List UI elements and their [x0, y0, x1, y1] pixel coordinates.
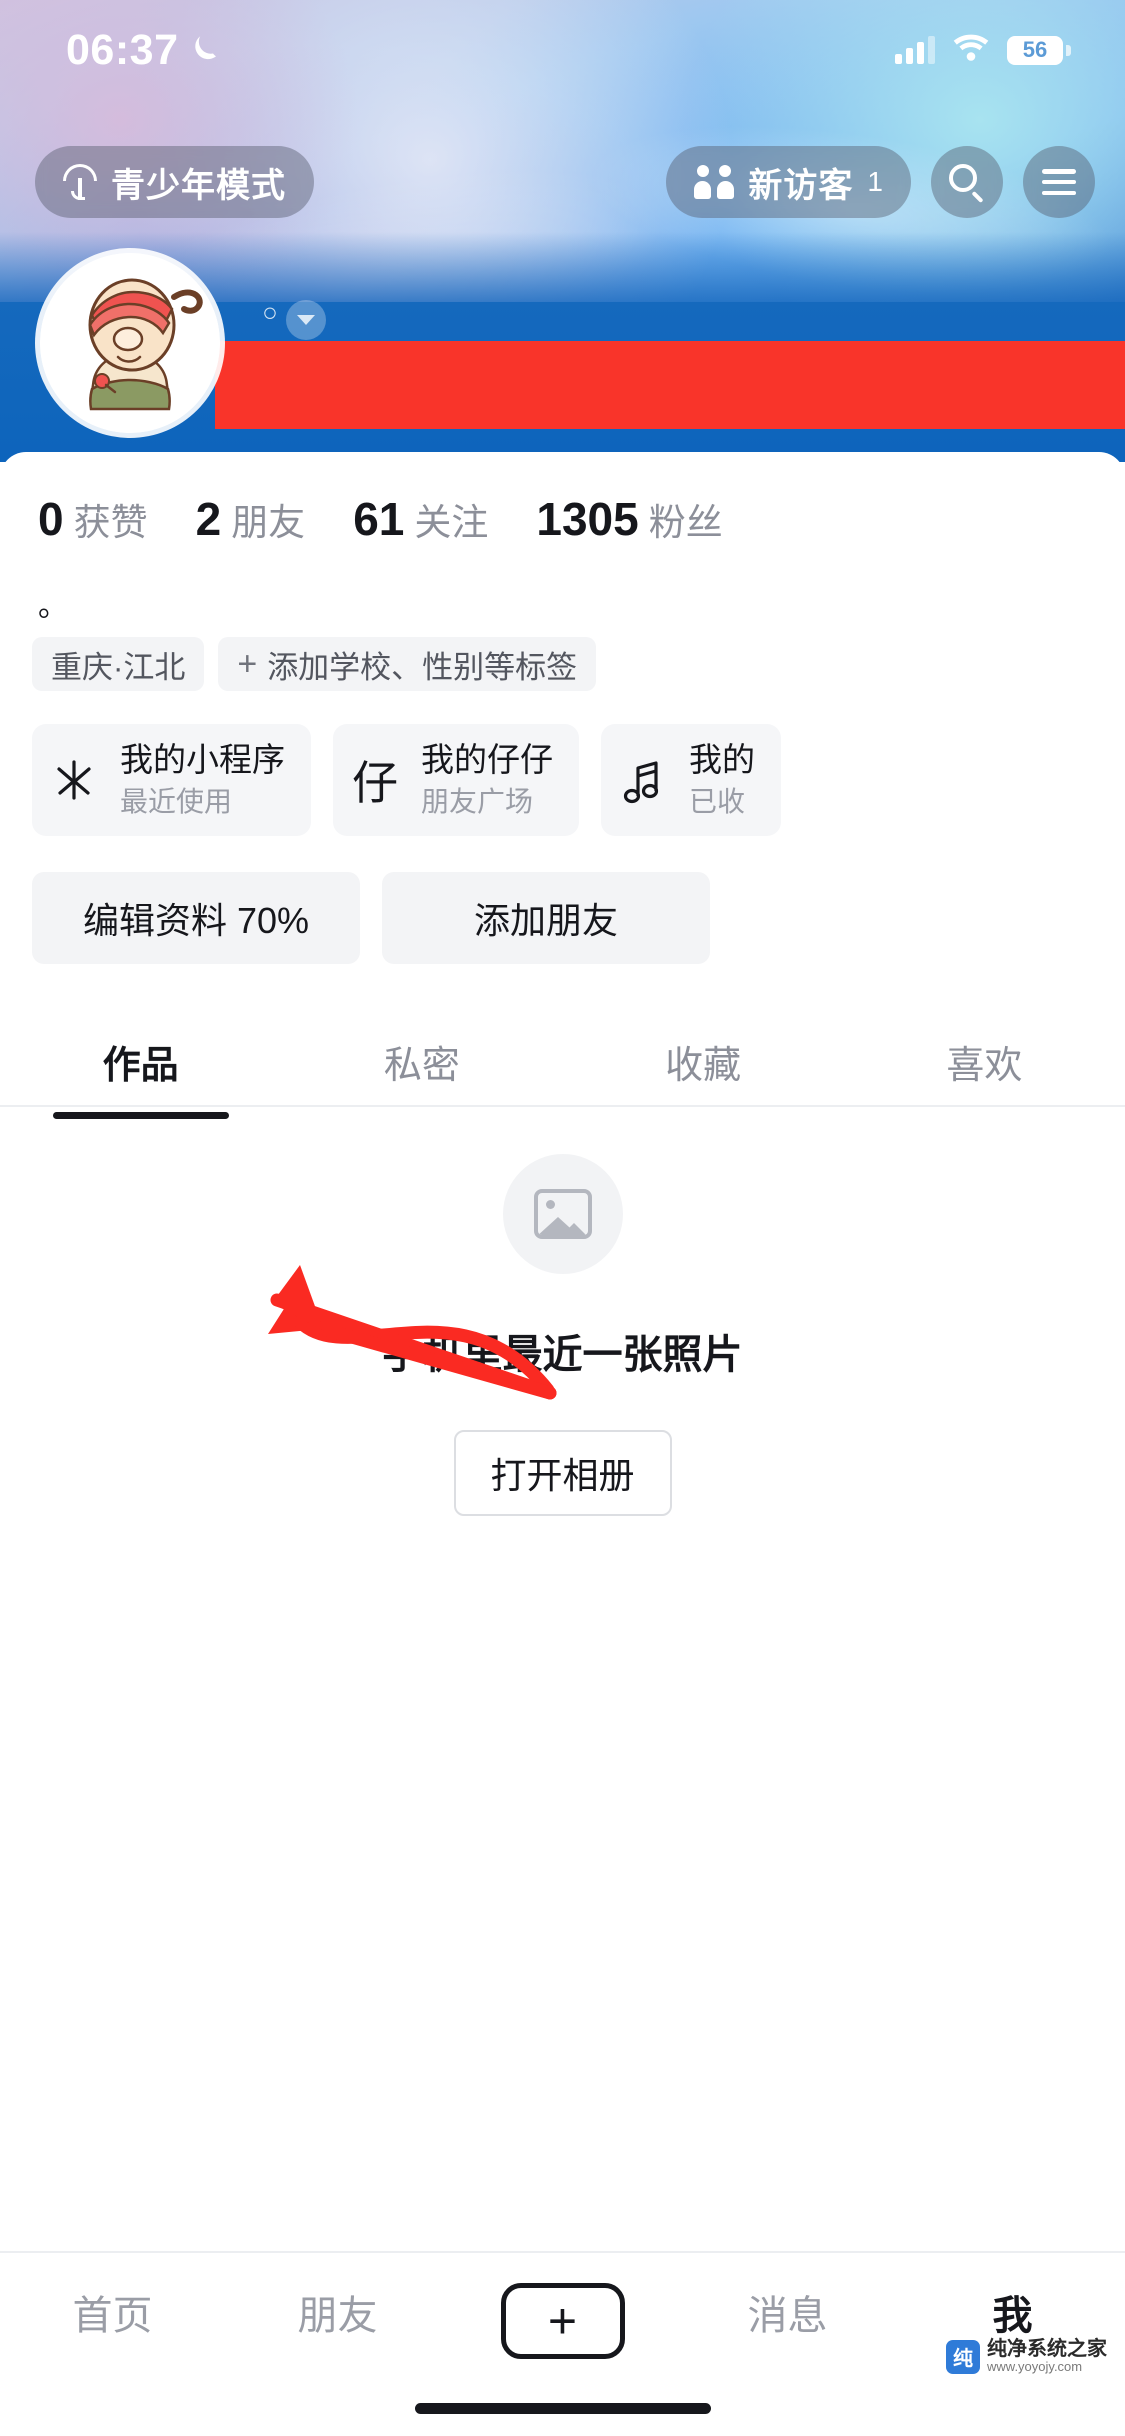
plus-icon: +: [500, 2283, 625, 2359]
profile-tags-row: 重庆·江北 + 添加学校、性别等标签: [32, 637, 597, 691]
search-icon: [949, 164, 985, 204]
tab-private[interactable]: 私密: [281, 1034, 562, 1089]
card-title: 我的小程序: [120, 741, 285, 779]
stat-value: 0: [38, 493, 64, 545]
content-tabs: 作品 私密 收藏 喜欢: [0, 1012, 1125, 1119]
tab-likes[interactable]: 喜欢: [844, 1034, 1125, 1089]
cellular-signal-icon: [895, 36, 935, 64]
card-text: 我的 已收: [685, 739, 781, 820]
nav-me[interactable]: 我: [900, 2283, 1125, 2341]
people-icon: [694, 165, 735, 199]
card-title: 我的: [689, 741, 755, 779]
stat-value: 2: [195, 493, 222, 545]
nav-messages[interactable]: 消息: [675, 2283, 900, 2341]
tab-favorites[interactable]: 收藏: [563, 1034, 844, 1089]
battery-level-text: 56: [1022, 37, 1048, 62]
new-visitor-label: 新访客: [748, 166, 854, 205]
stat-label: 粉丝: [648, 502, 723, 543]
profile-content-sheet: 0 获赞 2 朋友 61 关注 1305 粉丝 。 重庆·江北 + 添加学校、性…: [0, 452, 1125, 2436]
music-icon: [601, 724, 685, 836]
card-text: 我的仔仔 朋友广场: [417, 739, 579, 820]
status-bar: 06:37 56: [0, 0, 1125, 100]
card-text: 我的小程序 最近使用: [116, 739, 311, 820]
card-subtitle: 已收: [689, 785, 746, 817]
tabs-divider: [0, 1105, 1125, 1107]
gender-dot-icon: ○: [262, 297, 278, 327]
new-visitor-count: 1: [867, 166, 883, 197]
profile-stats-row: 0 获赞 2 朋友 61 关注 1305 粉丝: [0, 492, 1125, 546]
empty-state-text: 手机里最近一张照片: [382, 1333, 743, 1377]
battery-indicator: 56: [1007, 35, 1071, 65]
photo-placeholder-icon: [533, 1189, 592, 1239]
watermark: 纯 纯净系统之家 www.yoyojy.com: [940, 2335, 1113, 2378]
hamburger-menu-icon: [1042, 169, 1076, 195]
stat-label: 关注: [414, 502, 489, 543]
home-indicator: [414, 2403, 711, 2414]
add-friend-button[interactable]: 添加朋友: [382, 872, 710, 964]
empty-state: 手机里最近一张照片 打开相册: [0, 1112, 1125, 1516]
stat-value: 1305: [536, 493, 639, 545]
nav-create-button[interactable]: +: [450, 2283, 675, 2359]
card-music[interactable]: 我的 已收: [601, 724, 781, 836]
profile-bio[interactable]: 。: [38, 581, 68, 625]
stat-label: 朋友: [231, 502, 306, 543]
profile-top-action-bar: 青少年模式 新访客 1: [0, 146, 1125, 218]
stat-following[interactable]: 61 关注: [353, 492, 488, 546]
tab-label: 收藏: [665, 1044, 742, 1087]
edit-profile-button[interactable]: 编辑资料 70%: [32, 872, 360, 964]
tab-label: 私密: [383, 1044, 460, 1087]
plus-icon: +: [237, 644, 258, 683]
wifi-icon: [952, 33, 990, 67]
tag-location[interactable]: 重庆·江北: [32, 637, 205, 691]
tab-label: 喜欢: [946, 1044, 1023, 1087]
profile-action-buttons: 编辑资料 70% 添加朋友: [32, 872, 710, 964]
card-zaizai[interactable]: 仔 我的仔仔 朋友广场: [333, 724, 579, 836]
zaizai-icon: 仔: [352, 757, 398, 809]
stat-friends[interactable]: 2 朋友: [196, 492, 306, 546]
crescent-moon-icon: [188, 31, 222, 70]
umbrella-icon: [63, 164, 97, 200]
user-avatar: [40, 253, 220, 433]
status-bar-right: 56: [895, 33, 1071, 67]
teen-mode-label: 青少年模式: [111, 166, 286, 205]
card-mini-program[interactable]: 我的小程序 最近使用: [32, 724, 311, 836]
nav-home[interactable]: 首页: [0, 2283, 225, 2341]
stat-label: 获赞: [73, 502, 148, 543]
status-time: 06:37: [66, 25, 179, 74]
card-subtitle: 朋友广场: [421, 785, 534, 817]
chevron-down-icon[interactable]: [286, 300, 326, 340]
menu-button[interactable]: [1023, 146, 1095, 218]
teen-mode-button[interactable]: 青少年模式: [35, 146, 314, 218]
tag-add-info[interactable]: + 添加学校、性别等标签: [218, 637, 597, 691]
nav-friends[interactable]: 朋友: [225, 2283, 450, 2341]
card-subtitle: 最近使用: [120, 785, 233, 817]
open-album-button[interactable]: 打开相册: [453, 1430, 672, 1516]
username-redaction-bar: [215, 341, 1125, 429]
search-button[interactable]: [931, 146, 1003, 218]
mini-program-icon: [32, 724, 116, 836]
watermark-subtitle: www.yoyojy.com: [987, 2359, 1083, 2375]
new-visitor-button[interactable]: 新访客 1: [666, 146, 911, 218]
stat-fans[interactable]: 1305 粉丝: [536, 492, 722, 546]
tab-works[interactable]: 作品: [0, 1034, 281, 1119]
stat-value: 61: [353, 493, 405, 545]
status-bar-left: 06:37: [66, 26, 222, 75]
tag-location-label: 重庆·江北: [51, 649, 186, 685]
watermark-logo-icon: 纯: [946, 2339, 980, 2374]
tab-label: 作品: [102, 1044, 179, 1087]
watermark-title: 纯净系统之家: [987, 2338, 1107, 2361]
tag-add-info-label: 添加学校、性别等标签: [267, 649, 578, 685]
photo-placeholder-circle: [502, 1154, 623, 1274]
mini-app-cards-row: 我的小程序 最近使用 仔 我的仔仔 朋友广场 我的 已收: [32, 724, 1125, 836]
stat-likes[interactable]: 0 获赞: [38, 492, 148, 546]
card-title: 我的仔仔: [421, 741, 553, 779]
watermark-text: 纯净系统之家 www.yoyojy.com: [987, 2339, 1107, 2374]
avatar[interactable]: [40, 253, 220, 433]
